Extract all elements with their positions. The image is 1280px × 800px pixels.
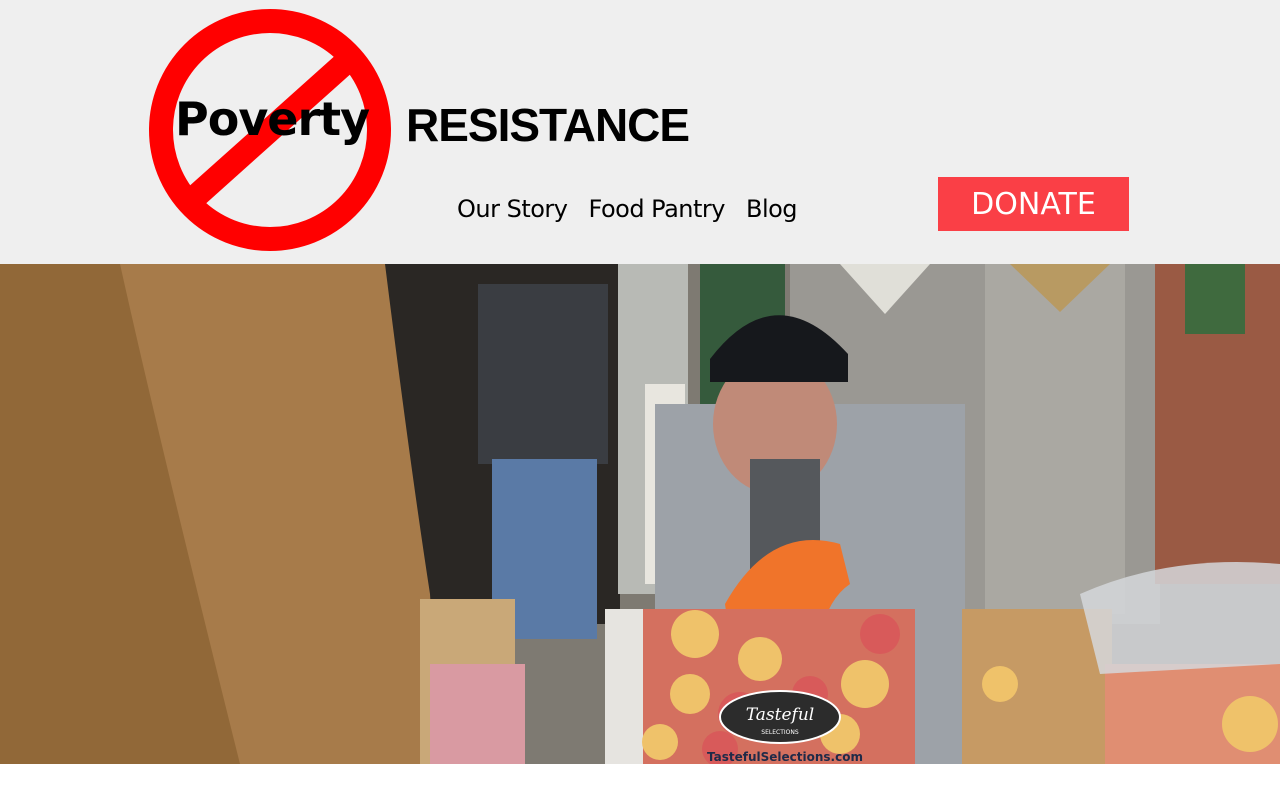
nav-item-blog[interactable]: Blog bbox=[746, 195, 798, 223]
site-title[interactable]: RESISTANCE bbox=[406, 102, 690, 148]
nav-item-food-pantry[interactable]: Food Pantry bbox=[589, 195, 726, 223]
donate-button[interactable]: DONATE bbox=[938, 177, 1129, 231]
nav-item-our-story[interactable]: Our Story bbox=[457, 195, 568, 223]
box-url-text: TastefulSelections.com bbox=[707, 750, 863, 764]
hero-image: Tasteful SELECTIONS TastefulSelections.c… bbox=[0, 264, 1280, 764]
box-brand-sub-text: SELECTIONS bbox=[761, 729, 799, 736]
hero-photo: Tasteful SELECTIONS TastefulSelections.c… bbox=[0, 264, 1280, 764]
box-brand-text: Tasteful bbox=[746, 705, 814, 725]
site-header: Poverty RESISTANCE Our Story Food Pantry… bbox=[0, 0, 1280, 264]
main-nav: Our Story Food Pantry Blog bbox=[457, 195, 798, 223]
page-bottom-strip bbox=[0, 764, 1280, 800]
logo-text[interactable]: Poverty bbox=[175, 96, 370, 142]
